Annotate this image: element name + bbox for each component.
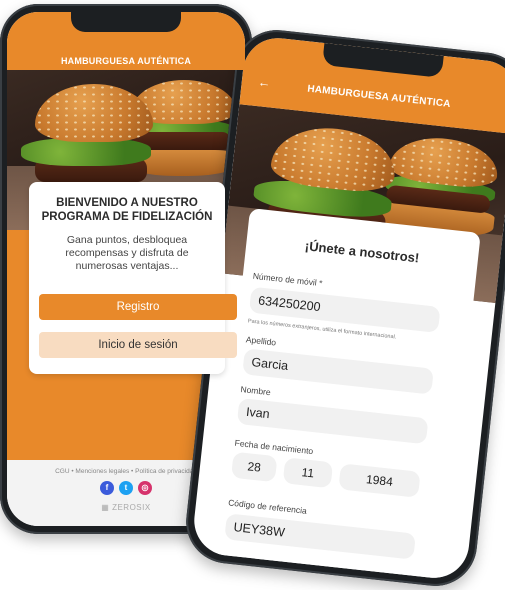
welcome-title-line2: PROGRAMA DE FIDELIZACIÓN — [41, 211, 213, 223]
mobile-label: Número de móvil * — [252, 270, 323, 289]
birth-month-input[interactable]: 11 — [282, 457, 334, 489]
name-label: Nombre — [240, 384, 272, 398]
birth-day-input[interactable]: 28 — [230, 451, 278, 483]
phone-right-screen: ← HAMBURGUESA AUTÉNTICA ¡Únete a nosotro… — [190, 34, 505, 582]
signup-form: ¡Únete a nosotros! Número de móvil * 634… — [211, 207, 481, 582]
login-button[interactable]: Inicio de sesión — [39, 332, 237, 358]
name-input[interactable]: Ivan — [236, 397, 429, 445]
notch — [71, 12, 181, 32]
app-title: HAMBURGUESA AUTÉNTICA — [60, 56, 192, 66]
facebook-icon[interactable]: f — [100, 481, 114, 495]
referral-label: Código de referencia — [227, 497, 308, 516]
instagram-icon[interactable]: ◎ — [138, 481, 152, 495]
welcome-subtitle: Gana puntos, desbloquea recompensas y di… — [65, 234, 189, 272]
welcome-card: BIENVENIDO A NUESTRO PROGRAMA DE FIDELIZ… — [29, 182, 237, 374]
brand-name: ZEROSIX — [112, 503, 151, 512]
form-title: ¡Únete a nosotros! — [304, 238, 420, 266]
surname-label: Apellido — [245, 334, 277, 348]
referral-input[interactable]: UEY38W — [224, 513, 416, 560]
lettuce — [21, 138, 151, 166]
twitter-icon[interactable]: t — [119, 481, 133, 495]
register-button[interactable]: Registro — [39, 294, 237, 320]
welcome-title-line1: BIENVENIDO A NUESTRO — [56, 197, 198, 209]
welcome-title: BIENVENIDO A NUESTRO PROGRAMA DE FIDELIZ… — [29, 196, 225, 224]
birth-year-input[interactable]: 1984 — [338, 463, 421, 498]
bun-top — [35, 84, 153, 142]
